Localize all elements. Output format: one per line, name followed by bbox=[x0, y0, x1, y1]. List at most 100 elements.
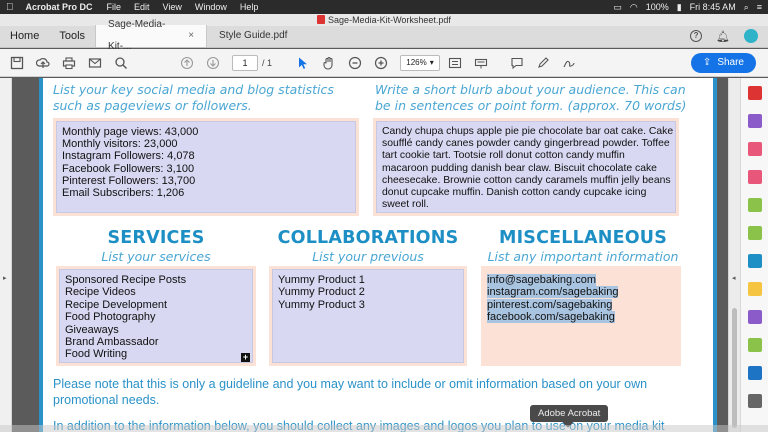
miscellaneous-field[interactable]: info@sagebaking.com instagram.com/sageba… bbox=[481, 266, 681, 366]
share-button[interactable]: ⇪ Share bbox=[690, 52, 756, 73]
cloud-upload-icon[interactable] bbox=[32, 53, 54, 73]
search-icon[interactable]: ⌕ bbox=[744, 2, 749, 13]
miscellaneous-title: MISCELLANEOUS bbox=[498, 228, 668, 248]
sign-icon[interactable] bbox=[558, 53, 580, 73]
menu-file[interactable]: File bbox=[107, 2, 122, 12]
find-zoom-icon[interactable] bbox=[110, 53, 132, 73]
fit-page-icon[interactable] bbox=[444, 53, 466, 73]
help-icon[interactable]: ? bbox=[690, 30, 703, 42]
battery-icon[interactable]: ▮ bbox=[677, 2, 682, 13]
share-label: Share bbox=[717, 57, 744, 68]
services-field[interactable]: Sponsored Recipe Posts Recipe Videos Rec… bbox=[59, 269, 253, 363]
send-for-signature-icon[interactable] bbox=[748, 310, 762, 324]
macos-menubar:  Acrobat Pro DC File Edit View Window H… bbox=[0, 0, 768, 14]
menu-edit[interactable]: Edit bbox=[134, 2, 150, 12]
prompt-line: be in sentences or point form. (approx. … bbox=[375, 98, 687, 113]
stat-line: Facebook Followers: 3,100 bbox=[62, 162, 195, 175]
pdf-file-icon bbox=[317, 15, 326, 24]
protect-icon[interactable] bbox=[748, 366, 762, 380]
app-menu[interactable]: Acrobat Pro DC bbox=[26, 2, 93, 12]
blurb-line: soufflé candy canes powder candy gingerb… bbox=[382, 138, 670, 150]
tab-bar: Home Tools Sage-Media-Kit-... × Style Gu… bbox=[0, 19, 768, 52]
service-item: Food Writing bbox=[65, 348, 128, 361]
previous-page-icon[interactable] bbox=[176, 53, 198, 73]
service-item: Recipe Development bbox=[65, 298, 168, 311]
edit-pdf-icon[interactable] bbox=[748, 170, 762, 184]
misc-item: pinterest.com/sagebaking bbox=[487, 298, 613, 311]
highlight-pen-icon[interactable] bbox=[532, 53, 554, 73]
expand-left-panel-icon[interactable]: ▸ bbox=[3, 274, 7, 282]
menu-window[interactable]: Window bbox=[195, 2, 227, 12]
service-item: Giveaways bbox=[65, 323, 119, 336]
account-avatar[interactable] bbox=[744, 29, 758, 43]
combine-files-icon[interactable] bbox=[748, 114, 762, 128]
scan-ocr-icon[interactable] bbox=[748, 226, 762, 240]
blurb-line: Candy chupa chups apple pie pie chocolat… bbox=[382, 126, 674, 137]
service-item: Food Photography bbox=[65, 311, 156, 324]
toolbar: 1 / 1 126% ▾ ⇪ Share bbox=[0, 49, 768, 77]
stat-line: Monthly page views: 43,000 bbox=[62, 126, 199, 138]
control-center-icon[interactable]: ≡ bbox=[757, 2, 762, 12]
tab-tools[interactable]: Tools bbox=[49, 25, 95, 47]
guideline-note: Please note that this is only a guidelin… bbox=[53, 376, 703, 408]
tab-home[interactable]: Home bbox=[0, 25, 49, 47]
services-title: SERVICES bbox=[107, 228, 205, 248]
window-title: Sage-Media-Kit-Worksheet.pdf bbox=[328, 15, 451, 25]
menu-view[interactable]: View bbox=[163, 2, 182, 12]
blurb-line: tart cookie tart. Tootsie roll donut cot… bbox=[382, 150, 625, 162]
organize-pages-icon[interactable] bbox=[748, 142, 762, 156]
page-border-right bbox=[713, 78, 717, 432]
misc-text-block: info@sagebaking.com instagram.com/sageba… bbox=[487, 274, 619, 324]
zoom-in-icon[interactable] bbox=[370, 53, 392, 73]
share-icon: ⇪ bbox=[702, 57, 712, 68]
zoom-level-select[interactable]: 126% ▾ bbox=[400, 54, 441, 71]
clock[interactable]: Fri 8:45 AM bbox=[690, 2, 736, 12]
keyboard-icon[interactable] bbox=[470, 53, 492, 73]
pdf-page: List your key social media and blog stat… bbox=[39, 78, 717, 432]
print-icon[interactable] bbox=[58, 53, 80, 73]
page-number-input[interactable]: 1 bbox=[232, 54, 258, 71]
hand-tool-icon[interactable] bbox=[318, 53, 340, 73]
apple-menu-icon[interactable]:  bbox=[6, 2, 14, 13]
wifi-icon[interactable]: ◠ bbox=[630, 2, 638, 13]
screen-icon[interactable]: ▭ bbox=[613, 2, 622, 13]
field-overflow-plus-icon[interactable]: + bbox=[241, 353, 250, 362]
stat-line: Monthly visitors: 23,000 bbox=[62, 138, 178, 151]
scrollbar-thumb[interactable] bbox=[732, 308, 737, 428]
tab-style-guide[interactable]: Style Guide.pdf bbox=[207, 25, 299, 47]
zoom-out-icon[interactable] bbox=[344, 53, 366, 73]
more-tools-icon[interactable] bbox=[748, 394, 762, 408]
save-icon[interactable] bbox=[6, 53, 28, 73]
service-item: Recipe Videos bbox=[65, 286, 136, 299]
collaboration-item: Yummy Product 3 bbox=[278, 298, 365, 311]
stat-line: Instagram Followers: 4,078 bbox=[62, 150, 195, 163]
export-pdf-icon[interactable] bbox=[748, 198, 762, 212]
close-tab-icon[interactable]: × bbox=[188, 25, 194, 47]
email-icon[interactable] bbox=[84, 53, 106, 73]
stat-line: Email Subscribers: 1,206 bbox=[62, 187, 185, 200]
service-item: Brand Ambassador bbox=[65, 336, 159, 349]
collapse-right-panel-icon[interactable]: ◂ bbox=[732, 274, 736, 282]
tab-sage-media-kit[interactable]: Sage-Media-Kit-... × bbox=[95, 19, 208, 52]
audience-blurb-field[interactable]: Candy chupa chups apple pie pie chocolat… bbox=[376, 121, 676, 213]
stat-line: Pinterest Followers: 13,700 bbox=[62, 174, 196, 187]
dock-tooltip: Adobe Acrobat bbox=[530, 405, 609, 422]
menu-help[interactable]: Help bbox=[240, 2, 259, 12]
tools-pane bbox=[740, 78, 768, 432]
fill-sign-icon[interactable] bbox=[748, 254, 762, 268]
next-page-icon[interactable] bbox=[202, 53, 224, 73]
prepare-form-icon[interactable] bbox=[748, 338, 762, 352]
tab-label: Style Guide.pdf bbox=[219, 30, 288, 41]
vertical-scrollbar[interactable]: ◂ bbox=[728, 78, 740, 432]
comment-icon[interactable] bbox=[506, 53, 528, 73]
collaborations-field[interactable]: Yummy Product 1 Yummy Product 2 Yummy Pr… bbox=[272, 269, 464, 363]
notifications-bell-icon[interactable]: 🔔︎ bbox=[716, 30, 730, 43]
stats-field[interactable]: Monthly page views: 43,000 Monthly visit… bbox=[56, 121, 356, 213]
prompt-line: such as pageviews or followers. bbox=[53, 98, 252, 113]
blurb-line: cheesecake. Brownie cotton candy caramel… bbox=[382, 174, 671, 186]
left-panel-rail[interactable]: ▸ bbox=[0, 78, 12, 432]
select-cursor-icon[interactable] bbox=[292, 53, 314, 73]
comment-tool-icon[interactable] bbox=[748, 282, 762, 296]
create-pdf-icon[interactable] bbox=[748, 86, 762, 100]
stats-prompt: List your key social media and blog stat… bbox=[53, 82, 363, 114]
